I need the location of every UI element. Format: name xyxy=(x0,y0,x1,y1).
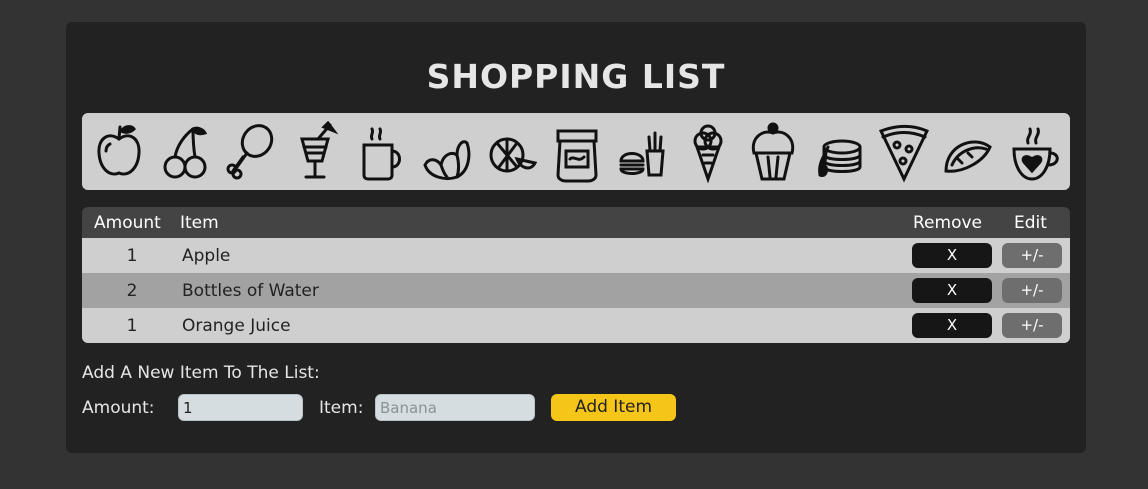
row-item-name: Orange Juice xyxy=(182,316,291,336)
remove-column-header: Remove xyxy=(913,213,982,233)
item-label: Item: xyxy=(319,398,364,418)
item-input[interactable] xyxy=(375,394,535,421)
table-row: 1 Orange Juice X +/- xyxy=(82,308,1070,343)
remove-button[interactable]: X xyxy=(912,243,992,268)
table-header: Amount Item Remove Edit xyxy=(82,207,1070,238)
croissant-icon xyxy=(423,139,471,180)
pizza-slice-icon xyxy=(879,124,930,182)
row-amount: 2 xyxy=(126,281,138,301)
cherries-icon xyxy=(163,126,208,178)
cocktail-icon xyxy=(300,120,339,178)
edit-button[interactable]: +/- xyxy=(1002,313,1062,338)
cupcake-icon xyxy=(752,122,795,180)
row-item-name: Bottles of Water xyxy=(182,281,319,301)
row-amount: 1 xyxy=(126,246,138,266)
shopping-table: Amount Item Remove Edit 1 Apple X +/- 2 … xyxy=(82,207,1070,343)
amount-label: Amount: xyxy=(82,398,155,418)
add-item-heading: Add A New Item To The List: xyxy=(82,363,320,383)
food-icon-strip xyxy=(82,113,1070,190)
pancakes-icon xyxy=(817,139,862,177)
ice-cream-icon xyxy=(693,124,723,183)
remove-button[interactable]: X xyxy=(912,313,992,338)
amount-column-header: Amount xyxy=(94,213,161,233)
page-title: SHOPPING LIST xyxy=(426,57,726,96)
remove-button[interactable]: X xyxy=(912,278,992,303)
table-row: 1 Apple X +/- xyxy=(82,238,1070,273)
table-row: 2 Bottles of Water X +/- xyxy=(82,273,1070,308)
amount-input[interactable] xyxy=(178,394,303,421)
taco-icon xyxy=(944,140,993,173)
item-column-header: Item xyxy=(180,213,219,233)
watermelon-icon xyxy=(489,137,537,172)
edit-column-header: Edit xyxy=(1014,213,1047,233)
shopping-list-card: SHOPPING LIST Amount Item Remove Edit 1 … xyxy=(66,22,1086,453)
coffee-mug-icon xyxy=(362,127,401,180)
edit-button[interactable]: +/- xyxy=(1002,243,1062,268)
heart-coffee-cup-icon xyxy=(1012,127,1059,181)
drumstick-icon xyxy=(226,123,274,179)
add-item-button[interactable]: Add Item xyxy=(551,394,676,421)
apple-icon xyxy=(97,124,141,175)
jam-jar-icon xyxy=(556,129,598,182)
burger-fries-icon xyxy=(619,131,666,176)
edit-button[interactable]: +/- xyxy=(1002,278,1062,303)
row-amount: 1 xyxy=(126,316,138,336)
row-item-name: Apple xyxy=(182,246,231,266)
